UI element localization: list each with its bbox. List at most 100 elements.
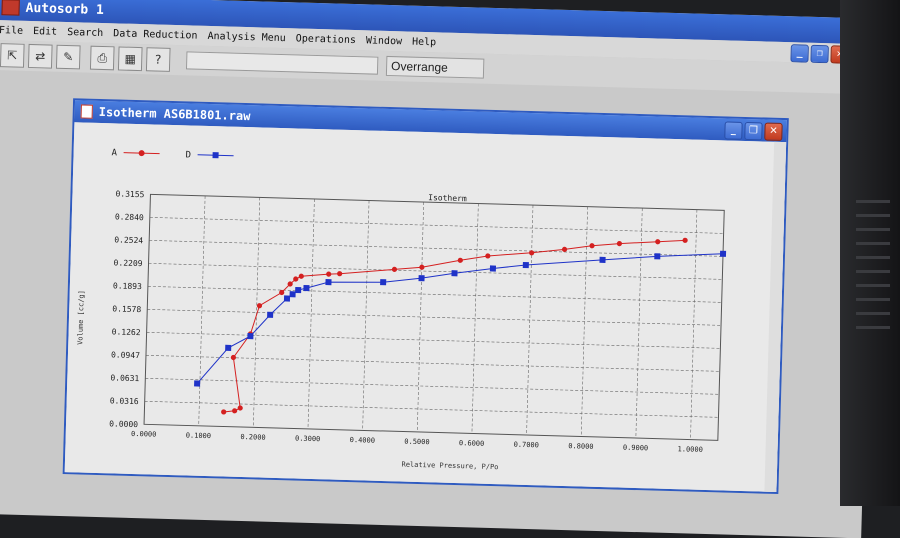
child-close-button[interactable]: ✕ bbox=[764, 122, 783, 142]
y-tick-label: 0.1578 bbox=[112, 304, 141, 314]
point-d bbox=[267, 311, 274, 318]
y-tick-label: 0.2524 bbox=[114, 235, 143, 245]
legend-label-a: A bbox=[111, 148, 117, 158]
isotherm-chart: A D Isotherm Relative Pressure, P/Po Vol… bbox=[76, 148, 727, 472]
series-line-a bbox=[223, 239, 686, 413]
point-d bbox=[418, 275, 425, 282]
x-tick-label: 0.0000 bbox=[131, 430, 157, 439]
menu-analysis[interactable]: Analysis Menu bbox=[207, 30, 286, 43]
point-a bbox=[298, 273, 304, 279]
help-icon[interactable]: ? bbox=[145, 47, 171, 72]
vent bbox=[856, 214, 890, 217]
y-tick-label: 0.1893 bbox=[113, 281, 142, 291]
axes: 0.0000 0.0316 0.0631 0.0947 0.1262 0.1578 0.18… bbox=[109, 189, 725, 454]
vent bbox=[856, 284, 890, 287]
vent bbox=[856, 270, 890, 273]
plot-area: A D Isotherm Relative Pressure, P/Po Vol… bbox=[64, 122, 787, 492]
y-tick-label: 0.2209 bbox=[114, 258, 143, 268]
point-a bbox=[655, 239, 661, 245]
legend: A D bbox=[111, 148, 234, 161]
menu-data-reduction[interactable]: Data Reduction bbox=[113, 28, 198, 41]
point-a bbox=[419, 264, 425, 270]
point-d bbox=[380, 279, 387, 286]
series bbox=[194, 237, 727, 415]
point-d bbox=[719, 250, 727, 257]
y-tick-label: 0.0947 bbox=[111, 350, 140, 360]
open-icon[interactable]: ⇱ bbox=[0, 43, 25, 68]
y-gridline bbox=[145, 378, 720, 395]
x-tick-label: 0.5000 bbox=[404, 438, 430, 447]
x-axis-label: Relative Pressure, P/Po bbox=[401, 461, 498, 472]
point-d bbox=[295, 286, 302, 294]
vent bbox=[856, 242, 890, 245]
point-a bbox=[457, 257, 463, 263]
point-d bbox=[654, 253, 661, 260]
menu-search[interactable]: Search bbox=[67, 27, 103, 39]
vent bbox=[856, 228, 890, 231]
y-gridline bbox=[149, 217, 724, 234]
vent bbox=[856, 326, 890, 329]
isotherm-window: Isotherm AS6B1801.raw _ ❐ ✕ A D Isotherm bbox=[62, 98, 789, 495]
point-d bbox=[283, 295, 291, 302]
y-tick-label: 0.3155 bbox=[115, 189, 144, 199]
menu-file[interactable]: File bbox=[0, 25, 23, 37]
menu-window[interactable]: Window bbox=[366, 35, 402, 47]
x-tick-label: 0.9000 bbox=[623, 444, 649, 453]
x-tick-label: 0.8000 bbox=[568, 442, 594, 451]
transfer-icon[interactable]: ⇄ bbox=[27, 43, 53, 69]
x-gridline bbox=[690, 209, 698, 440]
monitor-bezel bbox=[840, 0, 900, 506]
vent bbox=[856, 256, 890, 259]
point-a bbox=[232, 408, 238, 414]
app-icon bbox=[1, 0, 20, 16]
point-d bbox=[194, 380, 201, 387]
child-maximize-button[interactable]: ❐ bbox=[744, 121, 763, 141]
series-line-d bbox=[196, 253, 724, 384]
x-tick-label: 0.4000 bbox=[350, 436, 376, 445]
x-tick-label: 0.7000 bbox=[514, 441, 540, 450]
point-a bbox=[221, 409, 227, 415]
menu-operations[interactable]: Operations bbox=[296, 33, 357, 46]
x-tick-label: 0.2000 bbox=[240, 433, 266, 442]
point-a bbox=[682, 237, 688, 243]
legend-marker-a bbox=[138, 150, 145, 157]
legend-label-d: D bbox=[185, 150, 191, 160]
point-a bbox=[589, 243, 595, 249]
point-d bbox=[489, 265, 497, 272]
vent bbox=[856, 312, 890, 315]
status-field: Overrange bbox=[385, 55, 485, 79]
point-d bbox=[289, 291, 296, 298]
child-minimize-button[interactable]: _ bbox=[724, 121, 743, 140]
point-d bbox=[225, 344, 232, 351]
document-icon bbox=[80, 104, 93, 119]
vent bbox=[856, 200, 890, 203]
point-d bbox=[451, 270, 458, 277]
point-a bbox=[391, 266, 398, 272]
x-tick-label: 0.3000 bbox=[295, 435, 321, 444]
y-gridline bbox=[144, 401, 719, 418]
x-tick-label: 0.1000 bbox=[186, 431, 212, 440]
print-icon[interactable]: ⎙ bbox=[89, 45, 115, 71]
table-icon[interactable]: ▦ bbox=[117, 46, 143, 72]
y-tick-label: 0.0631 bbox=[110, 373, 139, 383]
point-a bbox=[561, 246, 568, 252]
command-field[interactable] bbox=[185, 51, 379, 75]
minimize-button[interactable]: _ bbox=[790, 44, 809, 63]
isotherm-window-title: Isotherm AS6B1801.raw bbox=[98, 104, 251, 124]
monitor-screen: Autosorb 1 File Edit Search Data Reducti… bbox=[0, 0, 876, 538]
child-window-controls: _ ❐ ✕ bbox=[724, 121, 783, 142]
point-a bbox=[256, 303, 263, 309]
point-d bbox=[303, 285, 310, 292]
point-a bbox=[237, 405, 243, 411]
restore-button[interactable]: ❐ bbox=[810, 44, 829, 64]
point-a bbox=[337, 271, 343, 277]
point-a bbox=[326, 271, 332, 277]
chart-title: Isotherm bbox=[428, 193, 467, 203]
x-tick-label: 1.0000 bbox=[677, 445, 703, 454]
menu-help[interactable]: Help bbox=[412, 36, 436, 48]
edit-icon[interactable]: ✎ bbox=[55, 44, 81, 70]
y-tick-label: 0.0316 bbox=[110, 396, 139, 406]
point-a bbox=[616, 240, 623, 247]
y-tick-label: 0.2840 bbox=[115, 212, 144, 222]
menu-edit[interactable]: Edit bbox=[33, 26, 57, 38]
